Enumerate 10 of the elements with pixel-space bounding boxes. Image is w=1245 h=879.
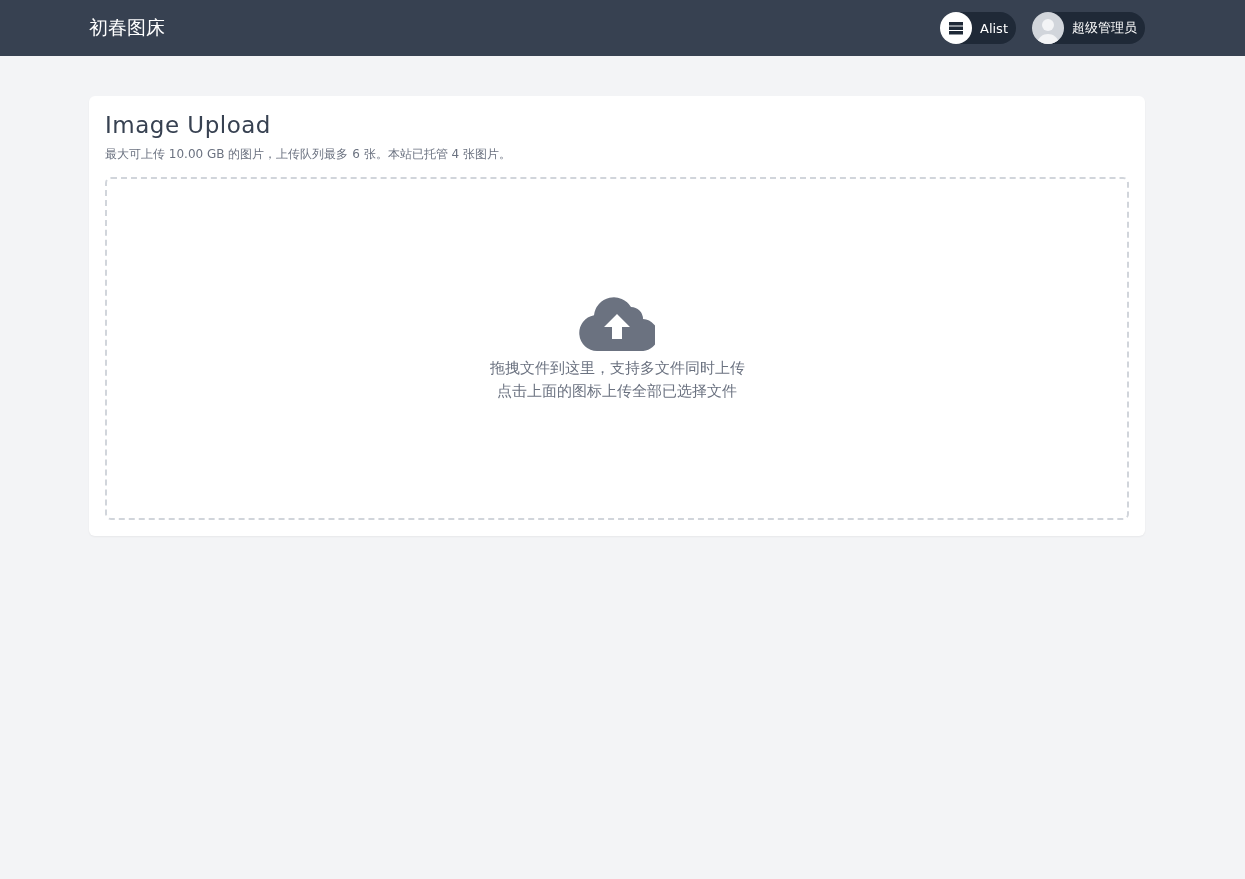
card-title: Image Upload [105,112,272,138]
upload-info: 最大可上传 10.00 GB 的图片，上传队列最多 6 张。本站已托管 4 张图片。 [105,146,512,163]
drop-hint: 点击上面的图标上传全部已选择文件 [497,381,737,401]
drop-hint: 拖拽文件到这里，支持多文件同时上传 [489,358,745,378]
storage-button[interactable]: Alist [940,12,1016,44]
user-menu-button[interactable]: 超级管理员 [1032,12,1145,44]
cloud-upload-icon[interactable] [579,296,655,351]
site-title[interactable]: 初春图床 [89,15,165,41]
server-icon [948,21,964,35]
drop-zone[interactable]: 拖拽文件到这里，支持多文件同时上传 点击上面的图标上传全部已选择文件 [105,177,1129,520]
